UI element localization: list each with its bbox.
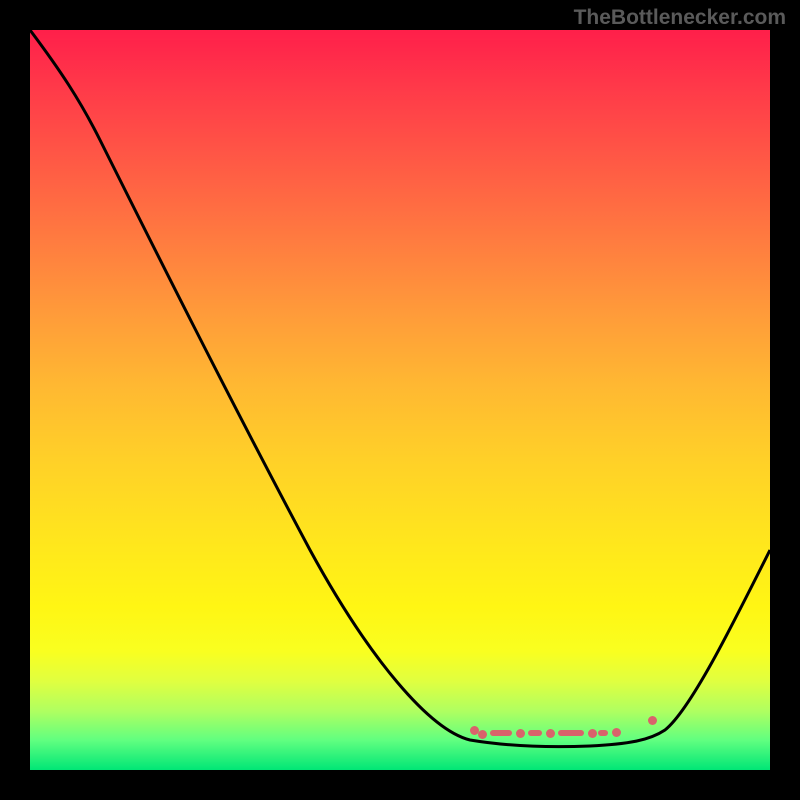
marker-bar: [598, 730, 608, 736]
chart-plot-area: [30, 30, 770, 770]
marker-dot: [546, 729, 555, 738]
marker-dot: [588, 729, 597, 738]
bottleneck-curve: [30, 30, 770, 770]
marker-bar: [490, 730, 512, 736]
optimal-range-markers: [470, 728, 660, 736]
marker-bar: [528, 730, 542, 736]
marker-dot: [516, 729, 525, 738]
watermark-text: TheBottlenecker.com: [574, 6, 786, 30]
marker-dot: [648, 716, 657, 725]
marker-dot: [478, 730, 487, 739]
marker-dot: [612, 728, 621, 737]
marker-bar: [558, 730, 584, 736]
